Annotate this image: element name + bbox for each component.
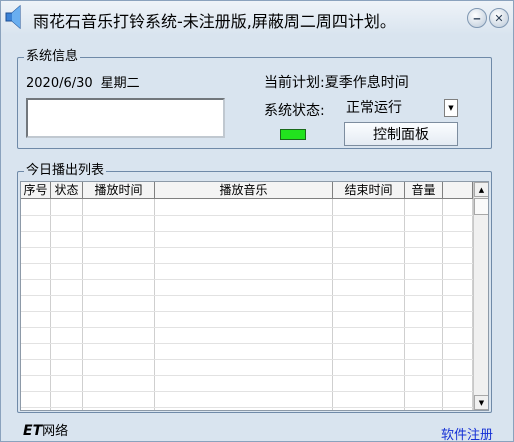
row-divider — [21, 359, 473, 360]
system-status-value: 正常运行 — [346, 100, 402, 116]
row-divider — [21, 279, 473, 280]
current-plan-label: 当前计划: — [264, 75, 325, 91]
system-status-select[interactable]: 正常运行 ▼ — [344, 98, 458, 120]
control-panel-button[interactable]: 控制面板 — [344, 122, 458, 146]
today-broadcast-legend: 今日播出列表 — [24, 163, 107, 179]
column-header-volume[interactable]: 音量 — [405, 182, 443, 199]
status-led-indicator — [280, 129, 306, 140]
column-header-status[interactable]: 状态 — [51, 182, 83, 199]
system-info-group: 系统信息 2020/6/30 星期二 当前计划:夏季作息时间 系统状态: 正常运行… — [17, 49, 492, 149]
table-header: 序号 状态 播放时间 播放音乐 结束时间 音量 — [21, 182, 473, 199]
scroll-down-icon[interactable]: ▼ — [474, 395, 488, 410]
close-icon: ✕ — [494, 11, 504, 25]
row-divider — [21, 263, 473, 264]
message-display-box — [26, 98, 225, 138]
system-info-legend: 系统信息 — [24, 49, 81, 65]
window-title: 雨花石音乐打铃系统-未注册版,屏蔽周二周四计划。 — [33, 12, 396, 31]
main-window: 雨花石音乐打铃系统-未注册版,屏蔽周二周四计划。 ‒ ✕ 系统信息 2020/6… — [0, 0, 514, 442]
scroll-up-icon[interactable]: ▲ — [474, 182, 488, 197]
dropdown-arrow-icon[interactable]: ▼ — [444, 99, 458, 117]
broadcast-table[interactable]: 序号 状态 播放时间 播放音乐 结束时间 音量 ▲ ▼ — [20, 181, 489, 411]
current-plan-row: 当前计划:夏季作息时间 — [264, 72, 409, 92]
vertical-scrollbar[interactable]: ▲ ▼ — [473, 182, 488, 410]
scroll-thumb[interactable] — [474, 198, 488, 215]
column-header-index[interactable]: 序号 — [21, 182, 51, 199]
weekday-value: 星期二 — [100, 76, 140, 91]
column-header-extra[interactable] — [443, 182, 473, 199]
current-plan-value: 夏季作息时间 — [324, 75, 409, 91]
minimize-button[interactable]: ‒ — [467, 8, 487, 28]
column-header-play-time[interactable]: 播放时间 — [83, 182, 155, 199]
row-divider — [21, 327, 473, 328]
row-divider — [21, 231, 473, 232]
row-divider — [21, 295, 473, 296]
date-value: 2020/6/30 — [26, 76, 93, 91]
row-divider — [21, 407, 473, 408]
company-logo: ET网络 — [23, 420, 68, 439]
system-status-label: 系统状态: — [264, 103, 325, 119]
row-divider — [21, 215, 473, 216]
row-divider — [21, 375, 473, 376]
title-bar[interactable]: 雨花石音乐打铃系统-未注册版,屏蔽周二周四计划。 ‒ ✕ — [1, 1, 513, 35]
close-button[interactable]: ✕ — [489, 8, 509, 28]
logo-mark: ET — [23, 423, 43, 439]
column-header-music[interactable]: 播放音乐 — [155, 182, 333, 199]
date-display: 2020/6/30 星期二 — [26, 72, 140, 91]
row-divider — [21, 247, 473, 248]
minimize-icon: ‒ — [473, 11, 481, 25]
column-header-end-time[interactable]: 结束时间 — [333, 182, 405, 199]
speaker-icon — [5, 4, 21, 30]
row-divider — [21, 311, 473, 312]
row-divider — [21, 343, 473, 344]
today-broadcast-group: 今日播出列表 序号 状态 播放时间 播放音乐 结束时间 音量 ▲ ▼ — [17, 163, 492, 413]
row-divider — [21, 391, 473, 392]
table-body — [21, 199, 473, 410]
software-register-link[interactable]: 软件注册 — [441, 424, 493, 442]
logo-text: 网络 — [42, 424, 69, 439]
